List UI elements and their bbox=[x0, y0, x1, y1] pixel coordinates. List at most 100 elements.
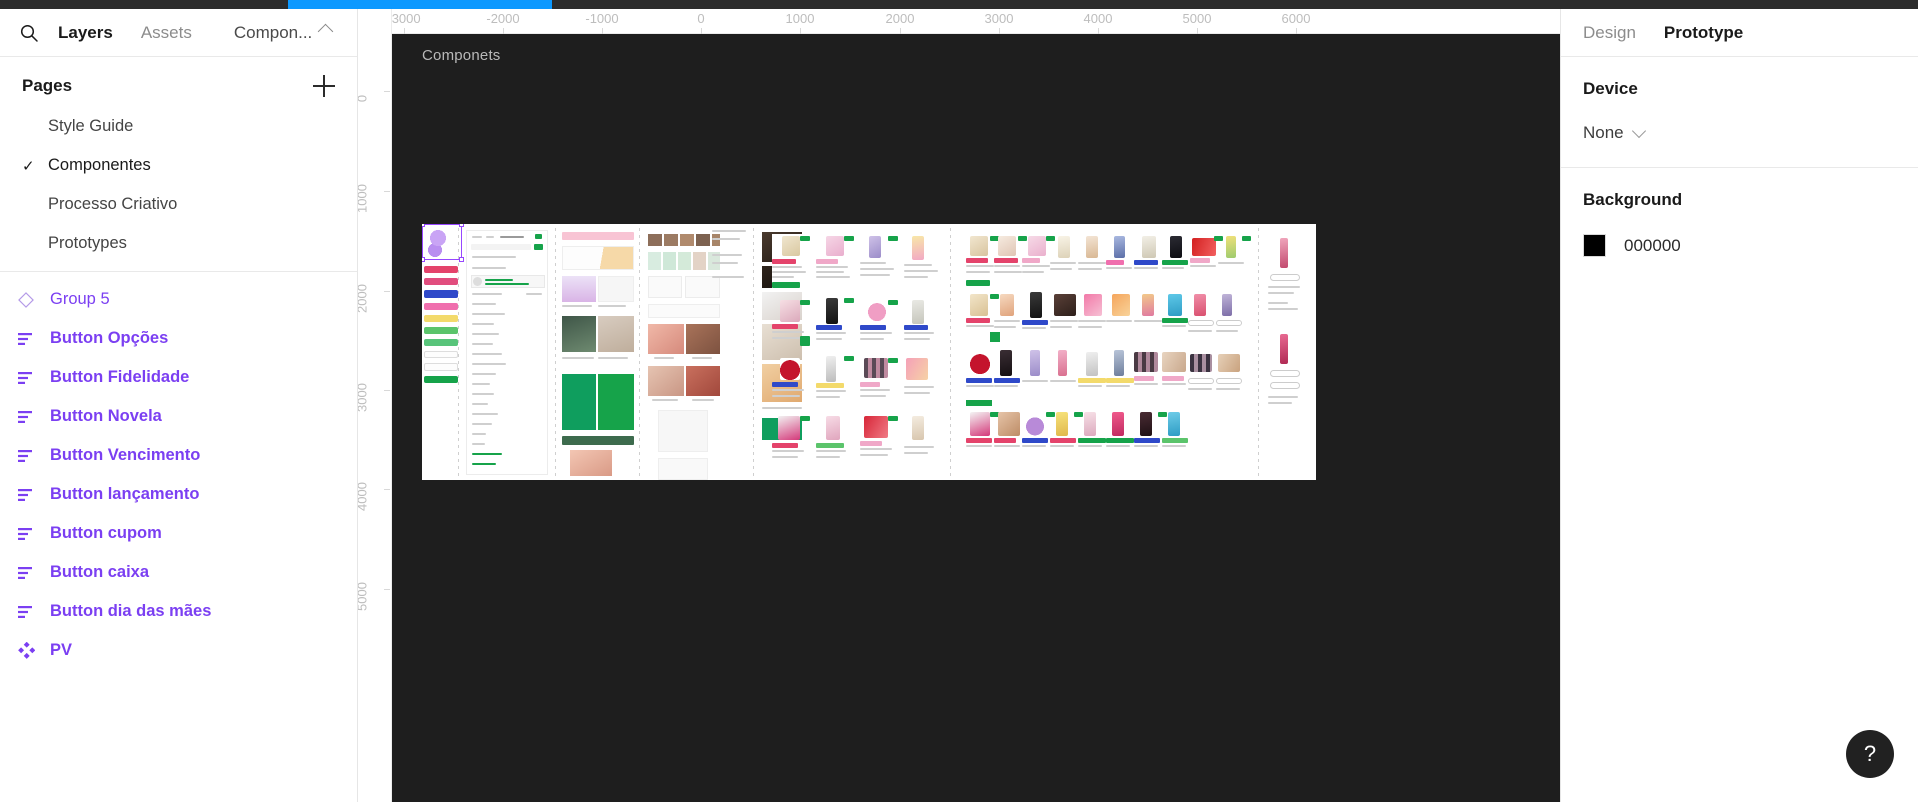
product-image bbox=[1280, 238, 1288, 268]
component-text-icon bbox=[18, 332, 50, 346]
page-item-prototypes[interactable]: Prototypes bbox=[0, 224, 357, 263]
ruler-tick: 0 bbox=[358, 95, 370, 102]
layer-item-button-lancamento[interactable]: Button lançamento bbox=[0, 475, 357, 514]
horizontal-ruler[interactable]: -3000 -2000 -1000 0 1000 2000 3000 4000 … bbox=[358, 9, 1560, 34]
product-image bbox=[912, 416, 924, 440]
label-badge bbox=[1134, 260, 1158, 265]
ui-text bbox=[472, 383, 490, 385]
ui-text bbox=[904, 270, 938, 272]
product-strip bbox=[648, 252, 720, 270]
properties-tabbar: Design Prototype bbox=[1561, 9, 1918, 57]
green-chip bbox=[534, 244, 543, 250]
ui-text bbox=[692, 399, 714, 401]
avatar bbox=[473, 277, 482, 286]
page-item-componentes[interactable]: ✓ Componentes bbox=[0, 146, 357, 185]
product-image bbox=[970, 352, 990, 374]
column-separator bbox=[753, 228, 754, 476]
label-badge bbox=[1134, 376, 1154, 381]
library-button[interactable]: Compon... bbox=[234, 23, 334, 43]
column-separator bbox=[458, 228, 459, 476]
discount-badge bbox=[844, 356, 854, 361]
product-image bbox=[780, 300, 800, 322]
help-button[interactable]: ? bbox=[1846, 730, 1894, 778]
tab-prototype[interactable]: Prototype bbox=[1664, 23, 1743, 43]
layer-item-button-opcoes[interactable]: Button Opções bbox=[0, 319, 357, 358]
ui-text bbox=[904, 392, 930, 394]
ui-text bbox=[1134, 267, 1158, 269]
ui-text bbox=[1050, 262, 1076, 264]
selection-handle[interactable] bbox=[459, 224, 464, 227]
ui-text bbox=[562, 357, 594, 359]
column-separator bbox=[950, 228, 951, 476]
selection-bounds[interactable] bbox=[422, 224, 464, 262]
ui-text bbox=[904, 264, 932, 266]
nav-header-item bbox=[471, 275, 545, 288]
ui-text bbox=[712, 262, 738, 264]
color-swatch[interactable] bbox=[1583, 234, 1606, 257]
figma-window: Layers Assets Compon... Pages Style Guid… bbox=[0, 0, 1918, 802]
discount-badge bbox=[1046, 412, 1055, 417]
discount-badge bbox=[1074, 412, 1083, 417]
selection-handle[interactable] bbox=[422, 257, 425, 262]
color-hex-value[interactable]: 000000 bbox=[1624, 236, 1681, 256]
device-select[interactable]: None bbox=[1583, 123, 1646, 143]
layer-item-button-novela[interactable]: Button Novela bbox=[0, 397, 357, 436]
pill-button bbox=[1270, 274, 1300, 281]
search-icon[interactable] bbox=[18, 22, 40, 44]
tab-design[interactable]: Design bbox=[1583, 23, 1636, 43]
ui-text bbox=[966, 325, 994, 327]
button-swatch bbox=[424, 339, 458, 346]
page-item-processo-criativo[interactable]: Processo Criativo bbox=[0, 185, 357, 224]
layer-item-button-caixa[interactable]: Button caixa bbox=[0, 553, 357, 592]
tab-layers[interactable]: Layers bbox=[58, 23, 113, 43]
component-text-icon bbox=[18, 605, 50, 619]
discount-badge bbox=[888, 416, 898, 421]
page-item-style-guide[interactable]: Style Guide bbox=[0, 107, 357, 146]
ui-text bbox=[654, 357, 674, 359]
layer-item-button-vencimento[interactable]: Button Vencimento bbox=[0, 436, 357, 475]
layer-item-button-cupom[interactable]: Button cupom bbox=[0, 514, 357, 553]
ui-text bbox=[1268, 308, 1298, 310]
mini-product-card bbox=[658, 458, 708, 480]
background-color-row: 000000 bbox=[1583, 234, 1896, 257]
frame-componets[interactable] bbox=[422, 224, 1316, 480]
active-tab-indicator[interactable] bbox=[288, 0, 552, 9]
pages-title: Pages bbox=[22, 76, 73, 95]
layer-item-label: PV bbox=[50, 641, 73, 659]
ui-text bbox=[598, 357, 628, 359]
ui-text bbox=[472, 256, 516, 258]
tab-assets[interactable]: Assets bbox=[141, 23, 192, 43]
selection-handle[interactable] bbox=[459, 257, 464, 262]
ui-text bbox=[1188, 388, 1212, 390]
ui-text bbox=[1022, 271, 1044, 273]
canvas-background[interactable]: Componets bbox=[392, 34, 1560, 802]
ui-text bbox=[472, 433, 486, 435]
vertical-ruler[interactable]: 0 1000 2000 3000 4000 5000 bbox=[358, 9, 392, 802]
column-separator bbox=[639, 228, 640, 476]
component-diamond-icon bbox=[18, 642, 50, 659]
product-image bbox=[1112, 294, 1130, 316]
frame-label[interactable]: Componets bbox=[422, 47, 501, 64]
ui-text bbox=[904, 332, 934, 334]
layer-item-button-fidelidade[interactable]: Button Fidelidade bbox=[0, 358, 357, 397]
product-image bbox=[778, 416, 800, 440]
label-badge bbox=[860, 382, 880, 387]
ui-text bbox=[472, 343, 493, 345]
info-card bbox=[685, 276, 720, 298]
layer-item-button-dia-das-maes[interactable]: Button dia das mães bbox=[0, 592, 357, 631]
layer-item-pv[interactable]: PV bbox=[0, 631, 357, 670]
layer-item-group-5[interactable]: Group 5 bbox=[0, 280, 357, 319]
selection-handle[interactable] bbox=[422, 224, 425, 227]
ui-text bbox=[1190, 265, 1216, 267]
ui-text bbox=[860, 274, 890, 276]
ruler-tick: 2000 bbox=[358, 284, 370, 313]
ui-text bbox=[652, 399, 678, 401]
component-text-icon bbox=[18, 488, 50, 502]
label-badge bbox=[904, 325, 928, 330]
ui-text bbox=[712, 238, 740, 240]
ui-text bbox=[472, 463, 496, 465]
check-icon: ✓ bbox=[22, 157, 35, 175]
canvas-area[interactable]: -3000 -2000 -1000 0 1000 2000 3000 4000 … bbox=[358, 9, 1560, 802]
product-image bbox=[826, 416, 840, 440]
plus-icon[interactable] bbox=[313, 75, 335, 97]
